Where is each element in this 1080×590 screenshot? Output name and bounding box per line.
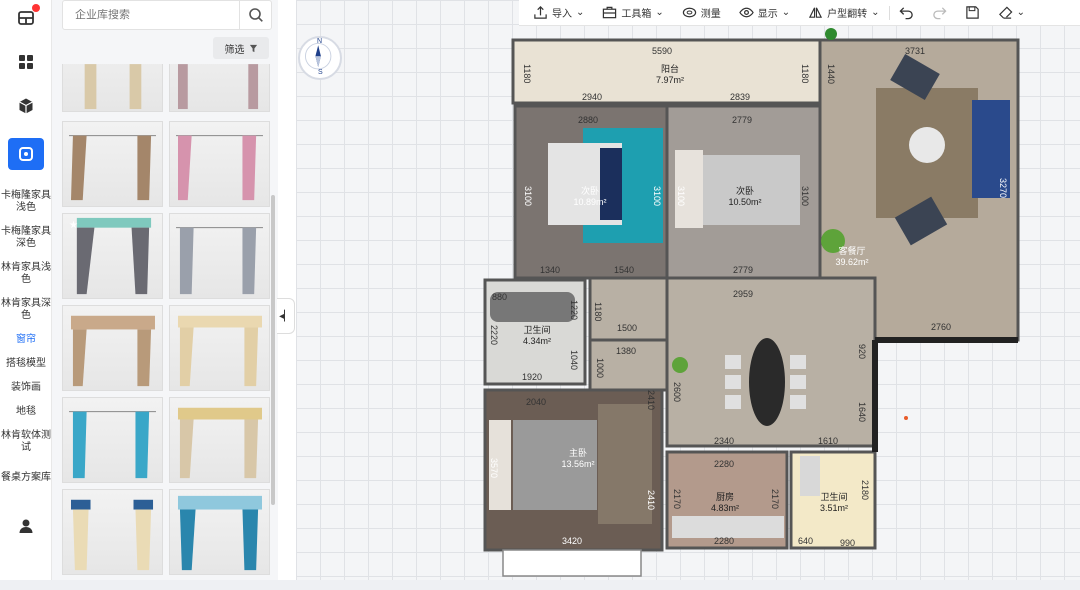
- dimension-label: 2760: [931, 322, 952, 332]
- dimension-label: 1000: [595, 358, 605, 379]
- dimension-label: 5590: [652, 46, 673, 56]
- dimension-label: 2410: [646, 390, 656, 411]
- room-name: 次卧: [735, 186, 754, 196]
- dimension-label: 2600: [672, 382, 682, 403]
- dimension-label: 1640: [857, 402, 867, 423]
- dimension-label: 3270: [998, 178, 1008, 199]
- dimension-label: 3100: [676, 186, 686, 207]
- dimension-label: 2280: [714, 536, 735, 546]
- room-label-master-bedroom[interactable]: 主卧 13.56m²: [553, 448, 603, 470]
- dimension-labels: 5590 3731 1180 1180 1440 2940 2839 2880 …: [0, 0, 1080, 590]
- room-name: 卫生间: [523, 325, 551, 335]
- dimension-label: 2170: [672, 489, 682, 510]
- room-name: 厨房: [715, 492, 734, 502]
- dimension-label: 3570: [489, 458, 499, 479]
- dimension-label: 1040: [569, 350, 579, 371]
- dimension-label: 1180: [800, 64, 810, 84]
- dimension-label: 1380: [616, 346, 637, 356]
- dimension-label: 2220: [489, 325, 499, 346]
- dimension-label: 2170: [770, 489, 780, 510]
- dimension-label: 2839: [730, 92, 751, 102]
- dimension-label: 2940: [582, 92, 603, 102]
- room-name: 阳台: [660, 64, 679, 74]
- dimension-label: 3420: [562, 536, 583, 546]
- room-name: 次卧: [580, 186, 599, 196]
- dimension-label: 2040: [526, 397, 547, 407]
- room-label-balcony[interactable]: 阳台 7.97m²: [645, 64, 695, 86]
- dimension-label: 2180: [860, 480, 870, 501]
- dimension-label: 640: [798, 536, 814, 546]
- dimension-label: 3100: [652, 186, 662, 207]
- room-label-kitchen[interactable]: 厨房 4.83m²: [700, 492, 750, 514]
- dimension-label: 880: [492, 292, 508, 302]
- dimension-label: 2880: [578, 115, 599, 125]
- dimension-label: 2410: [646, 490, 656, 511]
- room-label-bedroom-3[interactable]: 次卧 10.50m²: [718, 186, 772, 208]
- dimension-label: 1440: [826, 64, 836, 85]
- room-area: 10.89m²: [573, 197, 607, 207]
- dimension-label: 1610: [818, 436, 839, 446]
- room-label-bedroom-2[interactable]: 次卧 10.89m²: [565, 186, 615, 208]
- dimension-label: 2779: [732, 115, 753, 125]
- dimension-label: 3100: [523, 186, 533, 207]
- dimension-label: 1920: [522, 372, 543, 382]
- dimension-label: 1180: [522, 64, 532, 84]
- room-name: 主卧: [568, 448, 587, 458]
- dimension-label: 2779: [733, 265, 754, 275]
- dimension-label: 1180: [593, 302, 603, 322]
- room-label-bathroom-2[interactable]: 卫生间 3.51m²: [808, 492, 860, 514]
- room-label-bathroom-1[interactable]: 卫生间 4.34m²: [512, 325, 562, 347]
- dimension-label: 2340: [714, 436, 735, 446]
- dimension-label: 1220: [569, 300, 579, 321]
- dimension-label: 1500: [617, 323, 638, 333]
- room-name: 客餐厅: [838, 246, 866, 256]
- room-area: 13.56m²: [561, 459, 595, 469]
- room-name: 卫生间: [820, 492, 848, 502]
- dimension-label: 920: [857, 344, 867, 360]
- room-area: 4.34m²: [522, 336, 551, 346]
- dimension-label: 1540: [614, 265, 635, 275]
- dimension-label: 990: [840, 538, 856, 548]
- room-label-living-dining[interactable]: 客餐厅 39.62m²: [824, 246, 880, 268]
- dimension-label: 3100: [800, 186, 810, 207]
- room-area: 4.83m²: [710, 503, 739, 513]
- dimension-label: 3731: [905, 46, 926, 56]
- room-area: 39.62m²: [835, 257, 869, 267]
- room-area: 10.50m²: [728, 197, 762, 207]
- room-area: 7.97m²: [655, 75, 684, 85]
- dimension-label: 2959: [733, 289, 754, 299]
- room-area: 3.51m²: [819, 503, 848, 513]
- dimension-label: 2280: [714, 459, 735, 469]
- dimension-label: 1340: [540, 265, 561, 275]
